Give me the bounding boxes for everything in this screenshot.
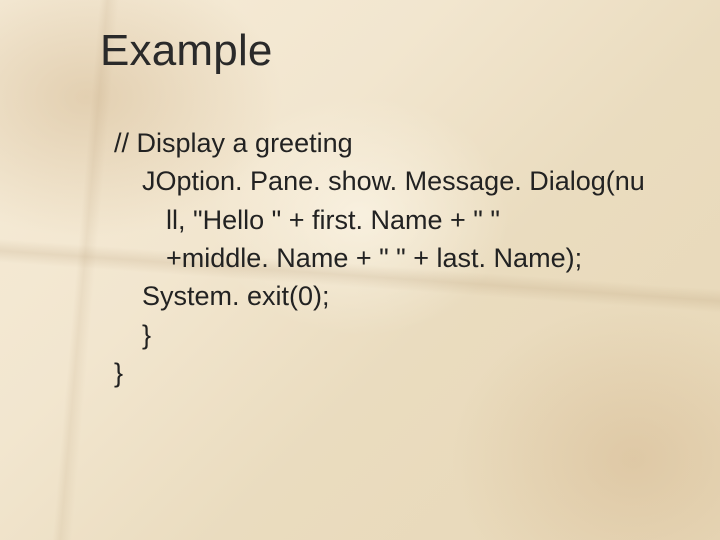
code-line: +middle. Name + " " + last. Name);: [114, 239, 664, 277]
code-line: JOption. Pane. show. Message. Dialog(nu: [114, 162, 664, 200]
code-line-brace: }: [114, 354, 664, 392]
slide-title: Example: [100, 26, 664, 76]
code-line: System. exit(0);: [114, 277, 664, 315]
slide: Example // Display a greeting JOption. P…: [0, 0, 720, 432]
code-line-comment: // Display a greeting: [114, 124, 664, 162]
code-line: ll, "Hello " + first. Name + " ": [114, 201, 664, 239]
code-line-brace: }: [114, 316, 664, 354]
code-block: // Display a greeting JOption. Pane. sho…: [100, 124, 664, 392]
